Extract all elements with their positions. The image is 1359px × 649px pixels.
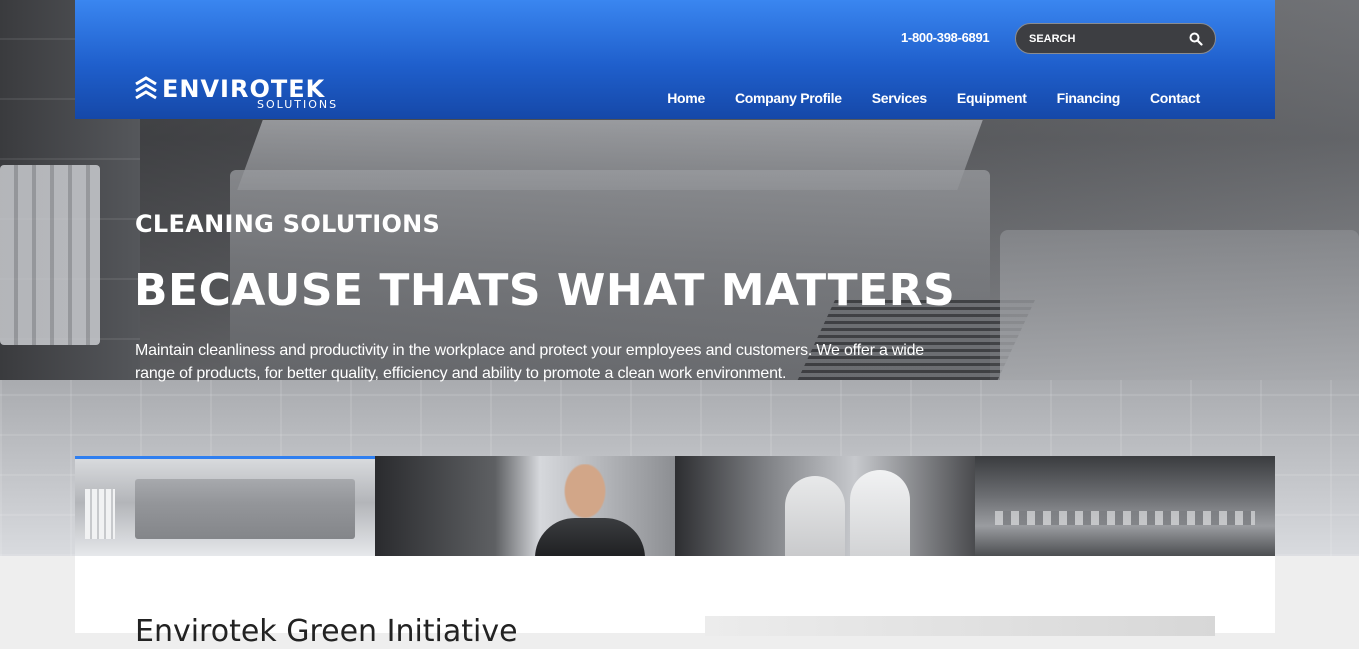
thumb-kitchen-line: [995, 511, 1255, 525]
site-header: ENVIROTEK SOLUTIONS 1-800-398-6891 Home …: [75, 0, 1275, 119]
main-content: Envirotek Green Initiative: [75, 556, 1275, 649]
site-logo[interactable]: ENVIROTEK SOLUTIONS: [135, 74, 355, 114]
thumb-radiator: [85, 489, 115, 539]
search-input[interactable]: [1029, 30, 1179, 48]
thumb-apron: [535, 518, 645, 556]
nav-equipment[interactable]: Equipment: [957, 90, 1027, 106]
hero-description: Maintain cleanliness and productivity in…: [135, 342, 924, 382]
nav-home[interactable]: Home: [667, 90, 705, 106]
main-nav: Home Company Profile Services Equipment …: [637, 90, 1200, 106]
slide-thumb-kitchen[interactable]: [75, 456, 375, 556]
hero-title: BECAUSE THATS WHAT MATTERS: [134, 265, 956, 316]
nav-financing[interactable]: Financing: [1057, 90, 1121, 106]
slide-thumb-lab[interactable]: [675, 456, 975, 556]
section-image: [705, 616, 1215, 636]
section-heading: Envirotek Green Initiative: [135, 614, 518, 649]
phone-link[interactable]: 1-800-398-6891: [901, 30, 990, 45]
hero-eyebrow: CLEANING SOLUTIONS: [135, 210, 441, 238]
logo-subtext: SOLUTIONS: [257, 98, 339, 111]
chevron-stack-icon: [135, 76, 157, 100]
thumb-counter: [135, 479, 355, 539]
thumb-person: [850, 470, 910, 556]
hero-bg-radiator: [0, 165, 100, 345]
slide-thumb-chefs[interactable]: [975, 456, 1275, 556]
nav-company-profile[interactable]: Company Profile: [735, 90, 842, 106]
search-icon[interactable]: [1189, 32, 1203, 46]
slider-thumbnails: [75, 456, 1275, 556]
search-box: [1015, 23, 1216, 54]
slide-thumb-worker[interactable]: [375, 456, 675, 556]
thumb-face: [560, 464, 610, 524]
thumb-person: [785, 476, 845, 556]
nav-services[interactable]: Services: [872, 90, 928, 106]
nav-contact[interactable]: Contact: [1150, 90, 1200, 106]
